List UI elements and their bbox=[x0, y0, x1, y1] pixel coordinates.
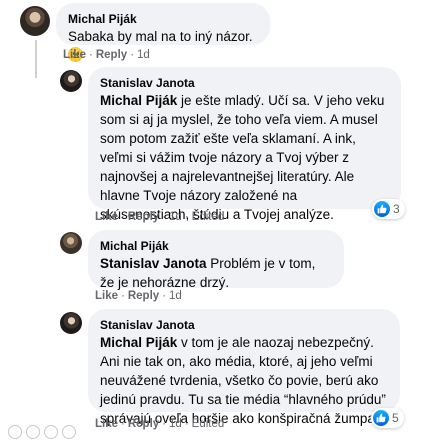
comment-bubble: Stanislav Janota Michal Piják je ešte ml… bbox=[88, 67, 401, 222]
avatar-michal-pijak[interactable] bbox=[60, 232, 82, 254]
like-reaction-icon bbox=[373, 410, 389, 426]
edited-label[interactable]: Edited bbox=[192, 211, 225, 223]
mention-link[interactable]: Stanislav Janota bbox=[100, 256, 207, 271]
reaction-count[interactable]: 3 bbox=[372, 199, 405, 219]
like-link[interactable]: Like bbox=[63, 49, 86, 61]
comment-actions: Like · Reply · 1d · Edited bbox=[95, 211, 225, 223]
comment-bubble: Stanislav Janota Michal Piják v tom je a… bbox=[88, 309, 400, 426]
gif-icon[interactable] bbox=[44, 425, 58, 439]
comment-body: je ešte mladý. Učí sa. V jeho veku som s… bbox=[100, 93, 385, 222]
camera-icon[interactable] bbox=[26, 425, 40, 439]
avatar-michal-pijak[interactable] bbox=[20, 6, 50, 36]
comment-actions: Like · Reply · 1d bbox=[95, 290, 182, 302]
reply-link[interactable]: Reply bbox=[128, 418, 159, 430]
comment-author[interactable]: Michal Piják bbox=[100, 238, 332, 254]
like-reaction-icon bbox=[374, 201, 390, 217]
reaction-count[interactable]: 5 bbox=[371, 408, 404, 428]
comment-bubble: Michal Piják Sabaka by mal na to iný náz… bbox=[56, 3, 270, 62]
reaction-number: 5 bbox=[392, 411, 399, 425]
comment-author[interactable]: Stanislav Janota bbox=[100, 75, 389, 91]
reply-link[interactable]: Reply bbox=[128, 211, 159, 223]
comment-text: Michal Piják je ešte mladý. Učí sa. V je… bbox=[100, 91, 389, 224]
mention-link[interactable]: Michal Piják bbox=[100, 335, 177, 350]
reply-link[interactable]: Reply bbox=[128, 290, 159, 302]
reaction-number: 3 bbox=[393, 202, 400, 216]
emoji-icon[interactable] bbox=[8, 425, 22, 439]
like-link[interactable]: Like bbox=[95, 211, 118, 223]
comment-body: Sabaka by mal na to iný názor. bbox=[68, 29, 253, 44]
like-link[interactable]: Like bbox=[95, 290, 118, 302]
like-link[interactable]: Like bbox=[95, 418, 118, 430]
timestamp[interactable]: 1d bbox=[169, 290, 182, 302]
avatar-stanislav-janota[interactable] bbox=[60, 70, 82, 92]
comment-3: Michal Piják Stanislav Janota Problém je… bbox=[0, 226, 437, 306]
comment-1: Michal Piják Sabaka by mal na to iný náz… bbox=[0, 0, 437, 66]
comment-author[interactable]: Michal Piják bbox=[68, 11, 258, 27]
comment-text: Michal Piják v tom je ale naozaj nebezpe… bbox=[100, 333, 388, 428]
timestamp[interactable]: 1d bbox=[169, 418, 182, 430]
comment-4: Stanislav Janota Michal Piják v tom je a… bbox=[0, 306, 437, 441]
reply-link[interactable]: Reply bbox=[96, 49, 127, 61]
comment-bubble: Michal Piják Stanislav Janota Problém je… bbox=[88, 230, 344, 290]
avatar-stanislav-janota[interactable] bbox=[60, 312, 82, 334]
edited-label[interactable]: Edited bbox=[192, 418, 225, 430]
mention-link[interactable]: Michal Piják bbox=[100, 93, 177, 108]
comment-2: Stanislav Janota Michal Piják je ešte ml… bbox=[0, 66, 437, 226]
composer-icons bbox=[8, 425, 76, 439]
timestamp[interactable]: 1d bbox=[169, 211, 182, 223]
comment-actions: Like · Reply · 1d bbox=[63, 49, 150, 61]
comment-text: Stanislav Janota Problém je v tom, že je… bbox=[100, 254, 332, 292]
timestamp[interactable]: 1d bbox=[137, 49, 150, 61]
sticker-icon[interactable] bbox=[62, 425, 76, 439]
comment-author[interactable]: Stanislav Janota bbox=[100, 317, 388, 333]
comment-actions: Like · Reply · 1d · Edited bbox=[95, 418, 225, 430]
